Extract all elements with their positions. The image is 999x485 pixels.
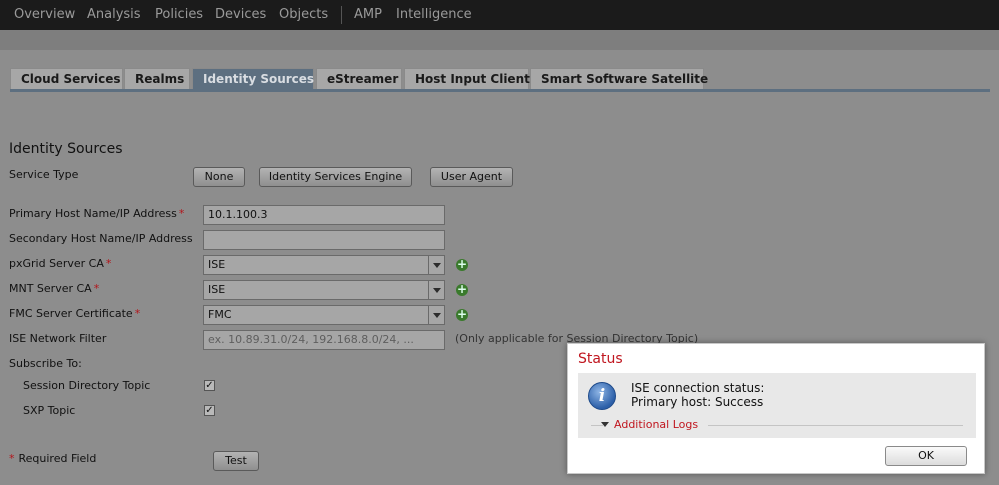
divider-line	[708, 425, 963, 426]
tab-smart-software-satellite[interactable]: Smart Software Satellite	[530, 68, 708, 90]
ok-button[interactable]: OK	[885, 446, 967, 466]
secondary-host-label: Secondary Host Name/IP Address	[9, 232, 193, 245]
sxp-topic-checkbox[interactable]: ✓	[204, 405, 215, 416]
add-pxgrid-ca-icon[interactable]: +	[456, 258, 468, 271]
network-filter-input[interactable]: ex. 10.89.31.0/24, 192.168.8.0/24, ...	[203, 330, 445, 350]
nav-intelligence[interactable]: Intelligence	[396, 7, 472, 22]
primary-host-label: Primary Host Name/IP Address *	[9, 207, 184, 220]
pxgrid-ca-value: ISE	[208, 258, 226, 271]
dialog-title: Status	[578, 351, 623, 367]
service-type-label: Service Type	[9, 168, 79, 181]
status-dialog: Status i ISE connection status: Primary …	[567, 343, 985, 474]
required-mark: *	[9, 452, 15, 465]
required-field-note: * Required Field	[9, 452, 96, 465]
service-none-button[interactable]: None	[193, 167, 245, 187]
sxp-topic-label: SXP Topic	[23, 404, 76, 417]
sub-navigation-bar	[0, 30, 999, 50]
nav-divider	[341, 6, 342, 24]
mnt-ca-select[interactable]: ISE	[203, 280, 445, 300]
tab-cloud-services[interactable]: Cloud Services	[10, 68, 123, 90]
required-mark: *	[93, 282, 100, 295]
nav-policies[interactable]: Policies	[155, 7, 203, 22]
chevron-down-icon[interactable]	[428, 281, 444, 299]
secondary-host-input[interactable]	[203, 230, 445, 250]
pxgrid-ca-select[interactable]: ISE	[203, 255, 445, 275]
top-navigation: Overview Analysis Policies Devices Objec…	[0, 0, 999, 30]
pxgrid-ca-label: pxGrid Server CA *	[9, 257, 111, 270]
tab-host-input-client[interactable]: Host Input Client	[404, 68, 530, 90]
tab-underline	[10, 89, 990, 92]
add-mnt-ca-icon[interactable]: +	[456, 283, 468, 296]
info-icon: i	[588, 382, 616, 410]
tab-estreamer[interactable]: eStreamer	[316, 68, 402, 90]
chevron-down-icon[interactable]	[428, 306, 444, 324]
add-fmc-cert-icon[interactable]: +	[456, 308, 468, 321]
status-message-line2: Primary host: Success	[631, 395, 764, 409]
tab-identity-sources[interactable]: Identity Sources	[192, 68, 314, 90]
service-ise-button[interactable]: Identity Services Engine	[259, 167, 412, 187]
required-mark: *	[178, 207, 185, 220]
fmc-cert-value: FMC	[208, 308, 232, 321]
required-mark: *	[105, 257, 112, 270]
mnt-ca-label-text: MNT Server CA	[9, 282, 92, 295]
fmc-cert-label: FMC Server Certificate *	[9, 307, 140, 320]
required-mark: *	[134, 307, 141, 320]
subscribe-label: Subscribe To:	[9, 357, 82, 370]
nav-amp[interactable]: AMP	[354, 7, 382, 22]
nav-overview[interactable]: Overview	[14, 7, 75, 22]
mnt-ca-label: MNT Server CA *	[9, 282, 99, 295]
pxgrid-ca-label-text: pxGrid Server CA	[9, 257, 104, 270]
fmc-cert-label-text: FMC Server Certificate	[9, 307, 133, 320]
service-user-agent-button[interactable]: User Agent	[430, 167, 513, 187]
dialog-message-panel: i ISE connection status: Primary host: S…	[578, 373, 976, 438]
session-directory-label: Session Directory Topic	[23, 379, 151, 392]
tab-realms[interactable]: Realms	[124, 68, 190, 90]
section-title: Identity Sources	[9, 141, 123, 157]
status-message-line1: ISE connection status:	[631, 381, 765, 395]
required-field-text: Required Field	[18, 452, 97, 465]
test-button[interactable]: Test	[213, 451, 259, 471]
additional-logs-link[interactable]: Additional Logs	[614, 418, 698, 431]
nav-objects[interactable]: Objects	[279, 7, 328, 22]
session-directory-checkbox[interactable]: ✓	[204, 380, 215, 391]
primary-host-input[interactable]: 10.1.100.3	[203, 205, 445, 225]
mnt-ca-value: ISE	[208, 283, 226, 296]
primary-host-label-text: Primary Host Name/IP Address	[9, 207, 177, 220]
nav-devices[interactable]: Devices	[215, 7, 266, 22]
fmc-cert-select[interactable]: FMC	[203, 305, 445, 325]
chevron-down-icon[interactable]	[428, 256, 444, 274]
network-filter-label: ISE Network Filter	[9, 332, 107, 345]
nav-analysis[interactable]: Analysis	[87, 7, 141, 22]
triangle-down-icon[interactable]	[601, 422, 609, 427]
